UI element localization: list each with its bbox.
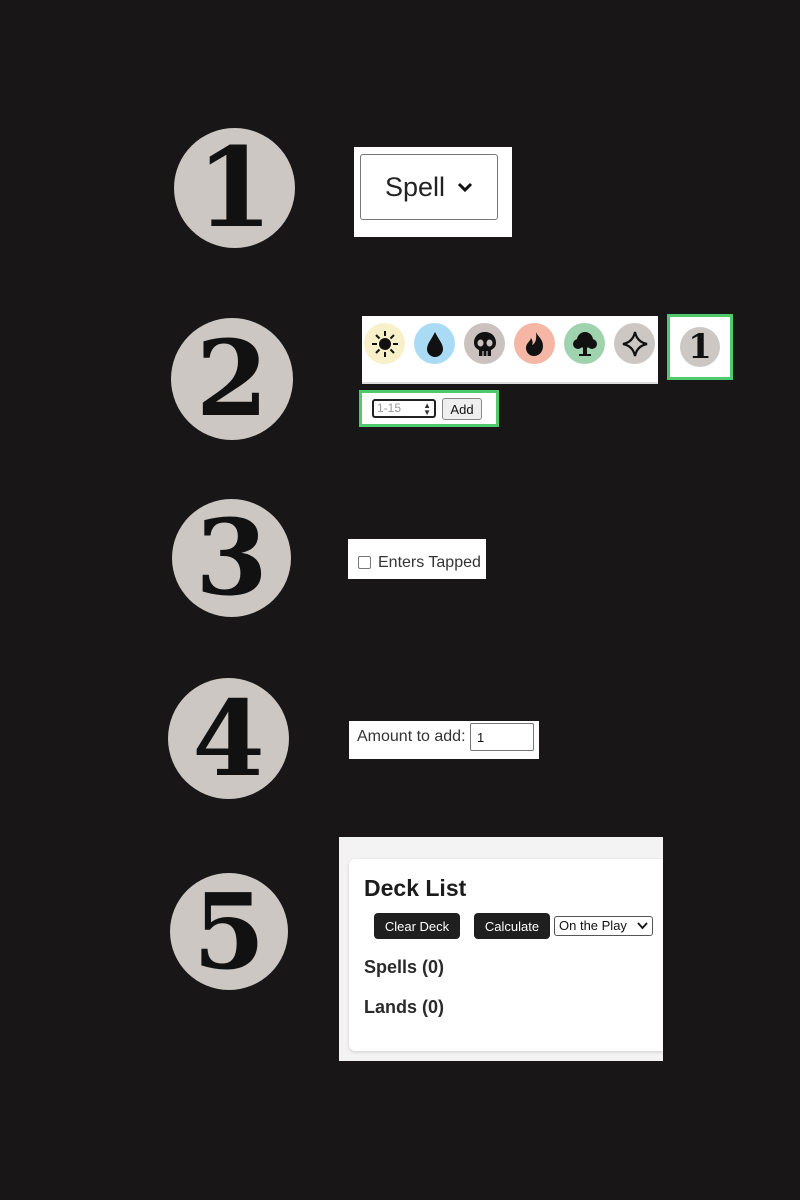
amount-label: Amount to add:	[357, 728, 466, 745]
step-5-badge: 5	[170, 873, 288, 990]
clear-deck-button[interactable]: Clear Deck	[374, 913, 460, 939]
add-button[interactable]: Add	[442, 398, 482, 420]
deck-list-card: Deck List Clear Deck Calculate On the Pl…	[349, 859, 663, 1051]
play-draw-select[interactable]: On the Play	[554, 916, 653, 936]
generic-mana-symbol: 1	[680, 327, 720, 367]
lands-heading: Lands (0)	[364, 997, 445, 1017]
mana-white-button[interactable]	[364, 323, 405, 364]
enters-tapped-checkbox[interactable]	[358, 556, 371, 569]
amount-input[interactable]: 1	[470, 723, 534, 751]
mana-black-button[interactable]	[464, 323, 505, 364]
mana-red-button[interactable]	[514, 323, 555, 364]
fire-icon	[525, 331, 543, 356]
generic-mana-button[interactable]: 1	[667, 314, 733, 380]
deck-list-title: Deck List	[364, 875, 467, 901]
card-type-panel: Spell	[354, 147, 512, 237]
mana-blue-button[interactable]	[414, 323, 455, 364]
spells-heading: Spells (0)	[364, 957, 445, 977]
mana-symbol-bar	[362, 316, 658, 384]
sun-icon	[371, 330, 398, 357]
generic-amount-input[interactable]: 1-15 ▲ ▼	[372, 399, 436, 418]
enters-tapped-panel: Enters Tapped	[348, 539, 486, 579]
chevron-down-icon	[637, 922, 648, 930]
step-4-badge: 4	[168, 678, 289, 799]
generic-amount-placeholder: 1-15	[377, 401, 402, 415]
skull-icon	[473, 331, 496, 356]
spinner-arrows-icon[interactable]: ▲ ▼	[423, 402, 431, 417]
water-drop-icon	[426, 331, 443, 357]
card-type-select[interactable]: Spell	[360, 154, 498, 220]
mana-green-button[interactable]	[564, 323, 605, 364]
step-3-badge: 3	[172, 499, 291, 617]
card-type-value: Spell	[384, 171, 446, 202]
chevron-down-icon	[457, 182, 473, 193]
calculate-button[interactable]: Calculate	[474, 913, 550, 939]
mana-colorless-button[interactable]	[614, 323, 655, 364]
step-2-badge: 2	[171, 318, 293, 440]
deck-list-panel: Deck List Clear Deck Calculate On the Pl…	[339, 837, 663, 1061]
amount-panel: Amount to add: 1	[349, 721, 539, 759]
step-1-badge: 1	[174, 128, 295, 248]
diamond-icon	[622, 331, 647, 356]
enters-tapped-label[interactable]: Enters Tapped	[378, 554, 481, 572]
tree-icon	[572, 331, 597, 356]
generic-amount-panel: 1-15 ▲ ▼ Add	[359, 390, 499, 427]
play-draw-value: On the Play	[559, 918, 627, 933]
